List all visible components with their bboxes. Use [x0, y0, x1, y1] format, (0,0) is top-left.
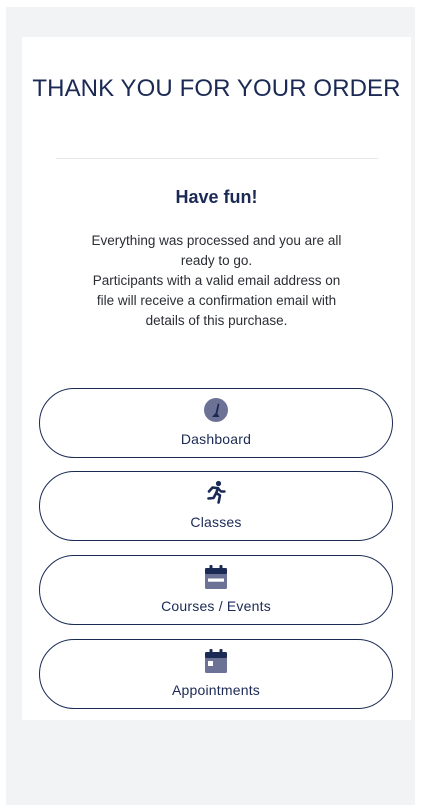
message-line: details of this purchase. [145, 313, 288, 328]
calendar-day-icon [205, 649, 227, 673]
confirmation-card: THANK YOU FOR YOUR ORDER Have fun! Every… [22, 37, 411, 720]
courses-events-label: Courses / Events [161, 598, 271, 614]
message-line: Everything was processed and you are all [91, 233, 342, 248]
appointments-button[interactable]: Appointments [39, 639, 393, 709]
classes-button[interactable]: Classes [39, 471, 393, 541]
message-line: file will receive a confirmation email w… [96, 293, 337, 308]
classes-label: Classes [190, 514, 242, 530]
dashboard-label: Dashboard [180, 431, 252, 447]
gauge-icon [204, 398, 228, 422]
appointments-label: Appointments [171, 682, 260, 698]
subtitle: Have fun! [175, 187, 258, 207]
message-line: Participants with a valid email address … [92, 273, 341, 288]
dashboard-button[interactable]: Dashboard [39, 388, 393, 458]
calendar-icon [205, 565, 227, 589]
divider [56, 158, 378, 159]
running-person-icon [207, 480, 226, 504]
confirmation-message: Everything was processed and you are all… [48, 231, 385, 331]
courses-events-button[interactable]: Courses / Events [39, 555, 393, 625]
message-line: ready to go. [180, 253, 253, 268]
page-title: THANK YOU FOR YOUR ORDER [32, 75, 401, 102]
